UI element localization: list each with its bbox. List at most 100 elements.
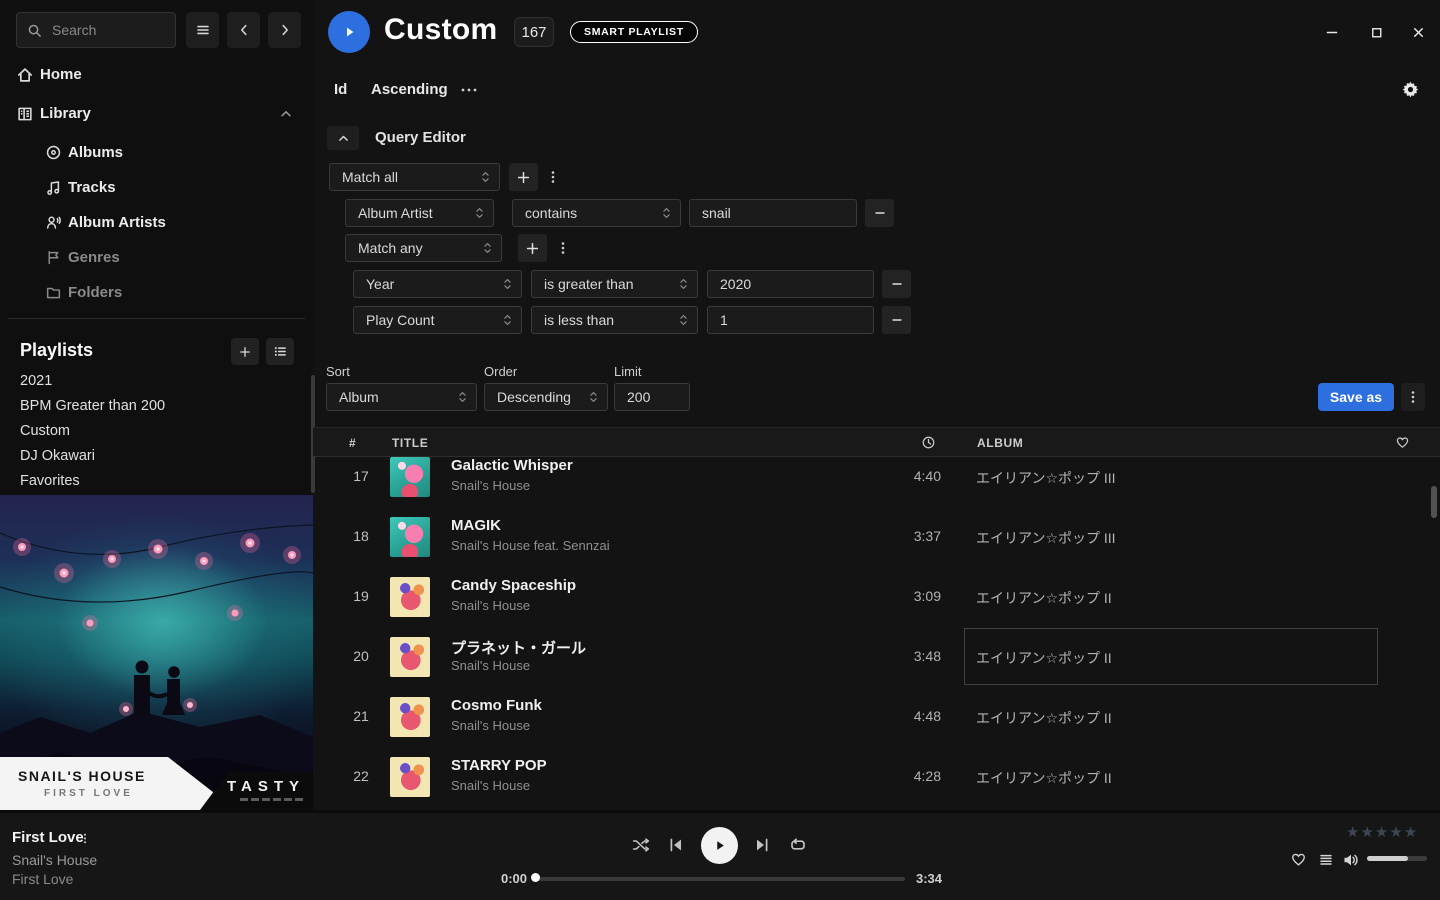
rule-value-input[interactable] [707, 270, 874, 298]
limit-input[interactable] [614, 383, 690, 411]
star-icon[interactable]: ★ [1375, 823, 1388, 841]
sort-select[interactable]: Album [326, 383, 477, 411]
album-art-thumbnail [390, 757, 430, 797]
remove-rule-button[interactable] [865, 199, 894, 227]
now-playing-menu-button[interactable] [80, 831, 90, 846]
seek-bar[interactable] [535, 877, 905, 881]
playlist-item[interactable]: Custom [20, 423, 290, 443]
now-playing-album[interactable]: First Love [12, 871, 73, 887]
menu-button[interactable] [186, 12, 219, 48]
previous-track-button[interactable] [668, 838, 684, 852]
track-duration: 4:48 [859, 708, 941, 724]
search-input[interactable] [50, 21, 165, 39]
sidebar-item-album-artists[interactable]: Album Artists [0, 210, 313, 238]
playlist-item[interactable]: BPM Greater than 200 [20, 398, 290, 418]
back-button[interactable] [227, 12, 260, 48]
repeat-button[interactable] [788, 836, 808, 854]
add-playlist-button[interactable] [231, 338, 259, 365]
favorite-button[interactable] [1290, 851, 1307, 868]
save-menu-button[interactable] [1401, 383, 1425, 411]
playlist-item[interactable]: 2021 [20, 373, 290, 393]
query-editor-collapse-button[interactable] [327, 126, 359, 150]
play-playlist-button[interactable] [328, 11, 370, 53]
track-album[interactable]: エイリアン☆ポップ III [976, 528, 1116, 548]
volume-button[interactable] [1342, 851, 1360, 869]
track-album[interactable]: エイリアン☆ポップ III [976, 468, 1116, 488]
column-album[interactable]: ALBUM [977, 436, 1023, 450]
rule-value-input[interactable] [689, 199, 857, 227]
star-icon[interactable]: ★ [1346, 823, 1359, 841]
rule-operator-select[interactable]: is less than [531, 306, 698, 334]
track-row[interactable]: 21 Cosmo Funk Snail's House 4:48 エイリアン☆ポ… [320, 687, 1440, 747]
order-select[interactable]: Descending [484, 383, 608, 411]
sidebar-item-tracks[interactable]: Tracks [0, 175, 313, 203]
forward-button[interactable] [268, 12, 301, 48]
star-icon[interactable]: ★ [1389, 823, 1402, 841]
settings-button[interactable] [1401, 80, 1420, 99]
now-playing-title[interactable]: First Love [12, 829, 84, 846]
save-as-button[interactable]: Save as [1318, 383, 1394, 411]
seek-knob[interactable] [531, 873, 540, 882]
remove-rule-button[interactable] [882, 270, 911, 298]
close-button[interactable] [1408, 22, 1428, 42]
sidebar-item-genres[interactable]: Genres [0, 245, 313, 273]
track-row[interactable]: 19 Candy Spaceship Snail's House 3:09 エイ… [320, 567, 1440, 627]
play-pause-button[interactable] [701, 827, 738, 864]
queue-button[interactable] [1318, 852, 1334, 868]
playlist-options-button[interactable] [266, 338, 294, 365]
list-icon [273, 344, 288, 359]
rule-field-select[interactable]: Play Count [353, 306, 522, 334]
add-rule-button[interactable] [518, 234, 547, 262]
track-row[interactable]: 18 MAGIK Snail's House feat. Sennzai 3:3… [320, 507, 1440, 567]
music-note-icon [45, 179, 62, 196]
column-title[interactable]: TITLE [392, 436, 428, 450]
player-bar: First Love Snail's House First Love 0:00… [0, 810, 1440, 900]
home-icon [16, 66, 34, 84]
search-box[interactable] [16, 12, 176, 48]
match-mode-select[interactable]: Match any [345, 234, 502, 262]
maximize-button[interactable] [1366, 22, 1386, 42]
sidebar-item-library[interactable]: Library [0, 101, 313, 129]
track-album[interactable]: エイリアン☆ポップ II [976, 768, 1112, 788]
match-mode-select[interactable]: Match all [329, 163, 500, 191]
group-menu-button[interactable] [551, 234, 575, 262]
chevron-up-icon[interactable] [279, 107, 293, 121]
rule-field-select[interactable]: Year [353, 270, 522, 298]
playlist-item[interactable]: Favorites [20, 473, 290, 493]
remove-rule-button[interactable] [882, 306, 911, 334]
album-art-thumbnail [390, 577, 430, 617]
track-album[interactable]: エイリアン☆ポップ II [976, 648, 1112, 668]
sort-direction-button[interactable]: Ascending [371, 81, 448, 98]
add-rule-button[interactable] [509, 163, 538, 191]
track-row[interactable]: 20 プラネット・ガール Snail's House 3:48 エイリアン☆ポッ… [320, 627, 1440, 687]
group-menu-button[interactable] [541, 163, 565, 191]
match-mode-value: Match all [342, 169, 398, 185]
hand-lanterns [119, 698, 197, 716]
shuffle-button[interactable] [631, 836, 652, 854]
track-row[interactable]: 22 STARRY POP Snail's House 4:28 エイリアン☆ポ… [320, 747, 1440, 807]
track-album[interactable]: エイリアン☆ポップ II [976, 708, 1112, 728]
sidebar-item-albums[interactable]: Albums [0, 140, 313, 168]
minimize-button[interactable] [1322, 22, 1342, 42]
more-options-button[interactable] [460, 84, 478, 96]
volume-slider[interactable] [1367, 856, 1427, 861]
rule-operator-select[interactable]: contains [512, 199, 681, 227]
track-album[interactable]: エイリアン☆ポップ II [976, 588, 1112, 608]
next-track-button[interactable] [754, 838, 770, 852]
column-number[interactable]: # [349, 436, 356, 450]
rule-field-select[interactable]: Album Artist [345, 199, 494, 227]
star-icon[interactable]: ★ [1404, 823, 1417, 841]
rule-value-input[interactable] [707, 306, 874, 334]
rule-operator-select[interactable]: is greater than [531, 270, 698, 298]
select-arrows-icon [502, 277, 513, 291]
now-playing-artist[interactable]: Snail's House [12, 852, 97, 868]
playlist-item[interactable]: DJ Okawari [20, 448, 290, 468]
star-icon[interactable]: ★ [1360, 823, 1373, 841]
sort-field-button[interactable]: Id [334, 81, 347, 98]
column-duration[interactable] [921, 435, 936, 450]
sidebar-item-home[interactable]: Home [0, 62, 313, 90]
track-list-scrollbar-thumb[interactable] [1431, 486, 1437, 518]
sidebar-item-folders[interactable]: Folders [0, 280, 313, 308]
column-favorite[interactable] [1395, 435, 1410, 450]
rating-stars[interactable]: ★★★★★ [1346, 823, 1417, 841]
